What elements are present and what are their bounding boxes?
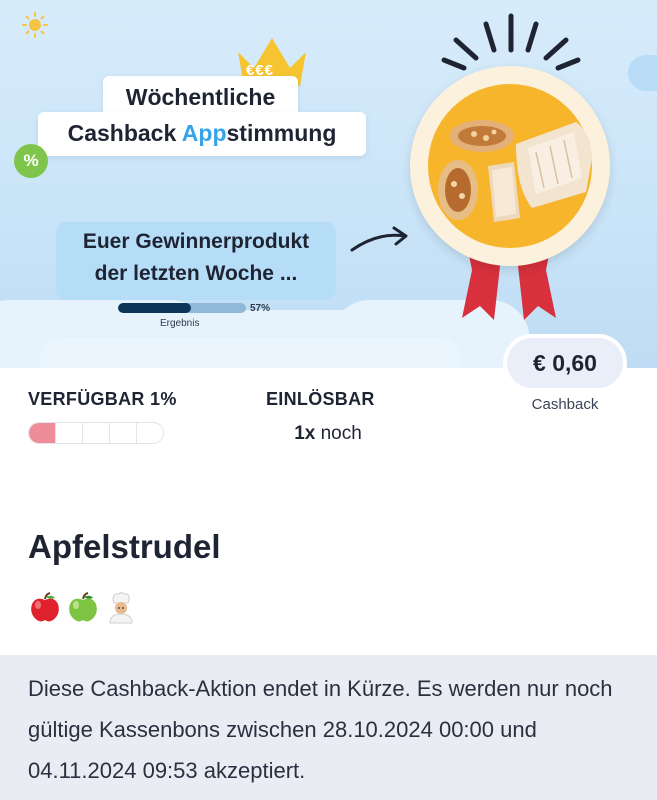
title-accent: App bbox=[181, 120, 227, 146]
chef-icon bbox=[109, 592, 133, 624]
result-percent: 57% bbox=[250, 303, 271, 314]
promo-banner: €€€ Wöchentliche Cashback Appstimmung % … bbox=[0, 0, 657, 368]
winner-text-line2: der letzten Woche ... bbox=[94, 262, 298, 285]
availability-segment bbox=[29, 423, 56, 443]
cashback-amount-badge: € 0,60 bbox=[503, 334, 627, 392]
title-part: stimmung bbox=[226, 120, 337, 146]
product-title: Apfelstrudel bbox=[28, 528, 221, 565]
redeemable-label: EINLÖSBAR bbox=[266, 389, 375, 409]
sun-icon bbox=[22, 12, 48, 38]
redeemable-count: 1x bbox=[294, 423, 316, 444]
result-progress-fill bbox=[118, 303, 191, 313]
arrow-right-icon bbox=[350, 226, 408, 252]
redeemable-value: 1x noch bbox=[266, 423, 390, 445]
availability-segment bbox=[137, 423, 163, 443]
availability-bar bbox=[28, 422, 164, 444]
cloud-decoration bbox=[40, 338, 460, 368]
result-label: Ergebnis bbox=[160, 318, 200, 329]
red-apple-icon bbox=[31, 592, 59, 622]
winner-text-line1: Euer Gewinnerprodukt bbox=[82, 230, 310, 253]
title-part: Cashback bbox=[67, 120, 182, 146]
product-tags bbox=[28, 590, 138, 624]
availability-segment bbox=[83, 423, 110, 443]
availability-segment bbox=[110, 423, 137, 443]
percent-badge-icon: % bbox=[14, 144, 48, 178]
banner-title-line1: Wöchentliche bbox=[125, 84, 276, 110]
cloud-decoration bbox=[628, 55, 657, 91]
banner-title-line2: Cashback Appstimmung bbox=[38, 120, 366, 147]
available-label: VERFÜGBAR 1% bbox=[28, 389, 177, 409]
apfelstrudel-image bbox=[438, 120, 592, 222]
cashback-label: Cashback bbox=[531, 396, 599, 413]
result-progress-bar bbox=[118, 303, 246, 313]
notice-text: Diese Cashback-Aktion endet in Kürze. Es… bbox=[28, 676, 613, 783]
availability-segment bbox=[56, 423, 83, 443]
green-apple-icon bbox=[69, 592, 97, 622]
redeemable-suffix: noch bbox=[315, 423, 362, 444]
